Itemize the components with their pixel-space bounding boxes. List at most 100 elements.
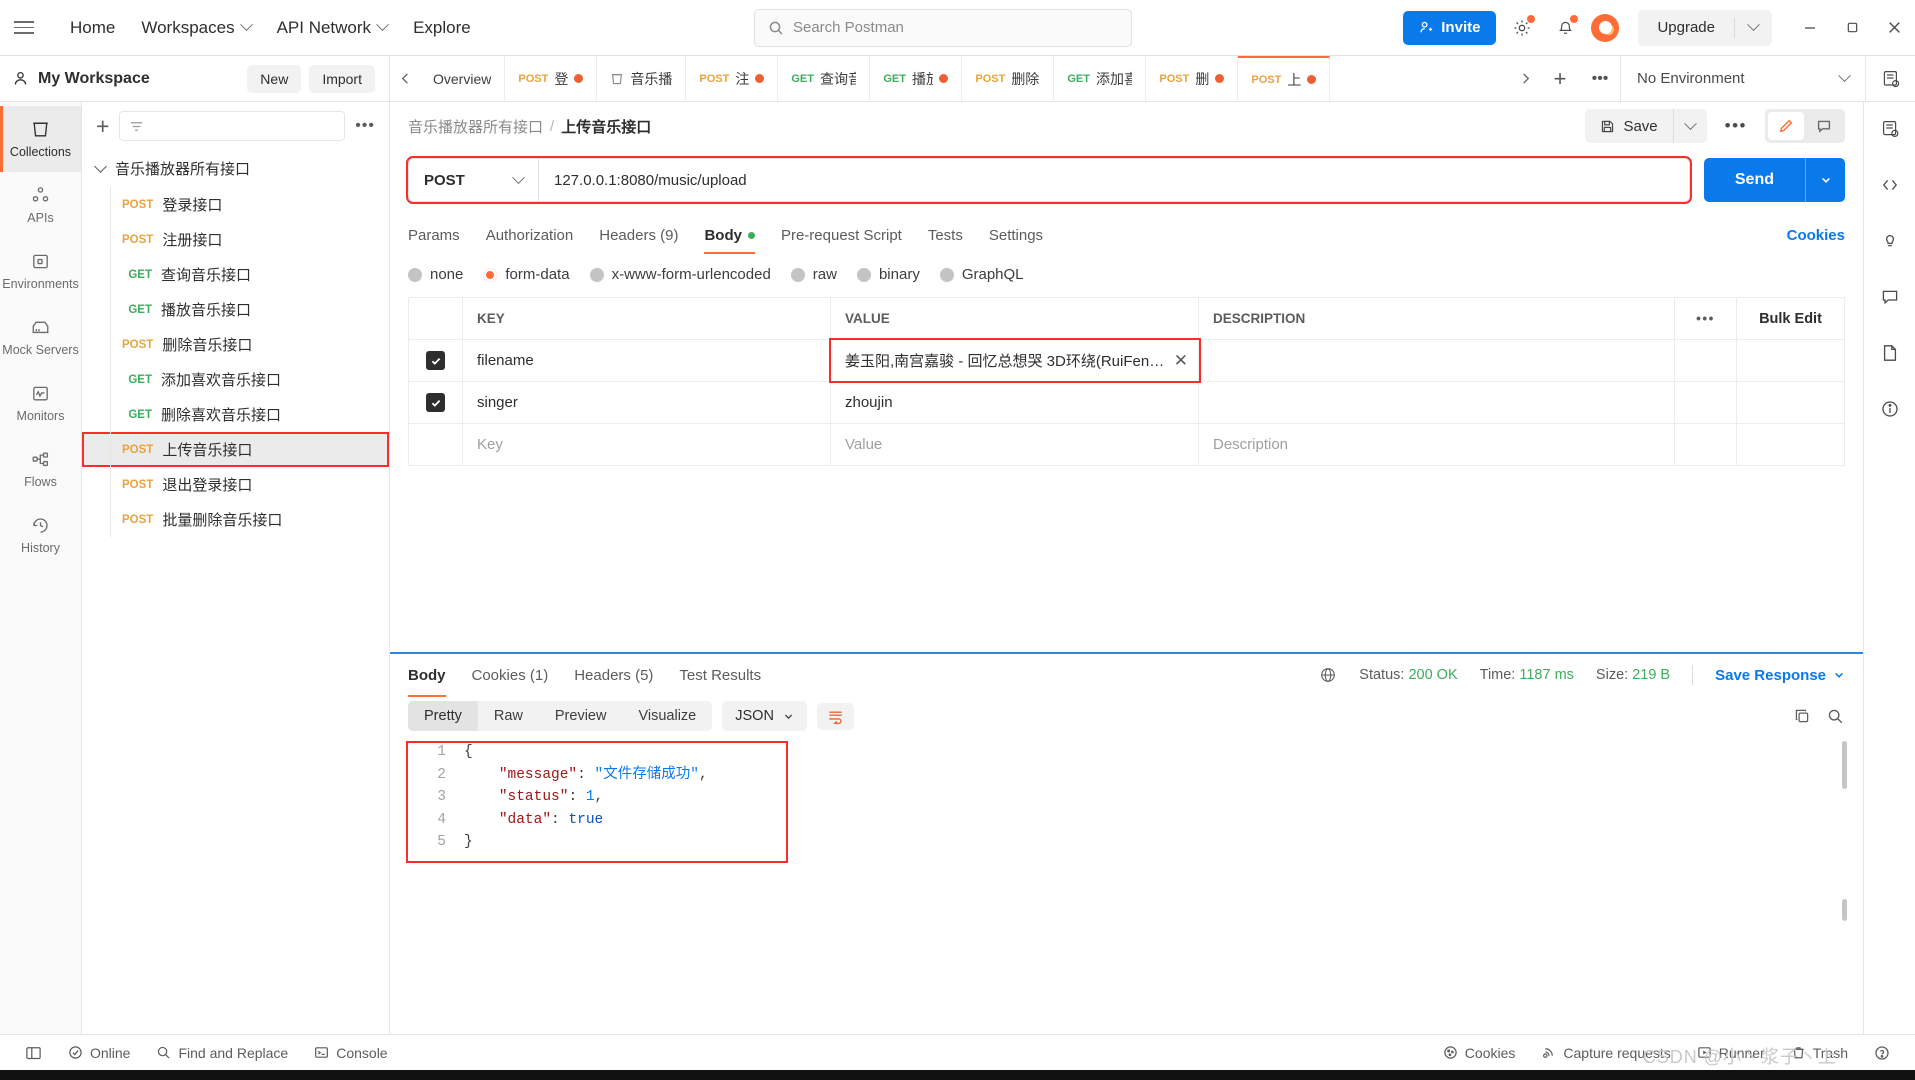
new-row-key-input[interactable]: Key xyxy=(463,424,831,465)
tab-overview[interactable]: Overview xyxy=(420,56,506,101)
tab-request-1[interactable]: POST登录 xyxy=(505,56,598,101)
search-input[interactable]: Search Postman xyxy=(753,8,1132,47)
list-item[interactable]: POST 注册接口 xyxy=(82,222,389,257)
sidebar-item-apis[interactable]: APIs xyxy=(0,172,81,238)
request-more-button[interactable]: ••• xyxy=(1719,116,1753,136)
trash-button[interactable]: Trash xyxy=(1778,1045,1861,1061)
tab-request-7[interactable]: POST删除 xyxy=(1146,56,1239,101)
cookies-link[interactable]: Cookies xyxy=(1787,227,1845,244)
response-scrollbar[interactable] xyxy=(1842,741,1847,789)
maximize-button[interactable] xyxy=(1831,0,1873,56)
response-scrollbar-thumb[interactable] xyxy=(1842,899,1847,921)
list-item[interactable]: POST 删除音乐接口 xyxy=(82,327,389,362)
list-item-selected-upload[interactable]: POST 上传音乐接口 xyxy=(82,432,389,467)
find-and-replace-button[interactable]: Find and Replace xyxy=(143,1045,301,1061)
nav-explore[interactable]: Explore xyxy=(401,11,483,45)
capture-requests-button[interactable]: Capture requests xyxy=(1528,1045,1683,1061)
row-description[interactable] xyxy=(1199,340,1674,381)
body-type-binary[interactable]: binary xyxy=(856,266,920,283)
notifications-button[interactable] xyxy=(1548,11,1582,45)
row-key[interactable]: filename xyxy=(463,340,831,381)
response-format-selector[interactable]: JSON xyxy=(722,701,807,731)
send-button[interactable]: Send xyxy=(1704,158,1805,202)
edit-mode-button[interactable] xyxy=(1768,112,1804,140)
close-button[interactable] xyxy=(1873,0,1915,56)
save-dropdown[interactable] xyxy=(1672,109,1707,143)
tab-request-upload[interactable]: POST上传 xyxy=(1238,56,1331,101)
tab-request-3[interactable]: GET查询音乐 xyxy=(778,56,871,101)
save-button[interactable]: Save xyxy=(1585,109,1672,143)
help-button[interactable] xyxy=(1861,1045,1903,1061)
body-type-graphql[interactable]: GraphQL xyxy=(939,266,1024,283)
clear-value-icon[interactable]: ✕ xyxy=(1174,351,1188,371)
nav-workspaces[interactable]: Workspaces xyxy=(129,11,262,45)
add-collection-button[interactable]: + xyxy=(96,114,109,138)
sidebar-item-collections[interactable]: Collections xyxy=(0,106,81,172)
comment-mode-button[interactable] xyxy=(1806,112,1842,140)
view-visualize-button[interactable]: Visualize xyxy=(622,701,712,731)
tab-request-6[interactable]: GET添加喜欢 xyxy=(1054,56,1147,101)
sidebar-item-environments[interactable]: Environments xyxy=(0,238,81,304)
settings-button[interactable] xyxy=(1505,11,1539,45)
console-button[interactable]: Console xyxy=(301,1045,400,1061)
bulk-edit-button[interactable]: Bulk Edit xyxy=(1736,298,1844,339)
tabs-scroll-right[interactable] xyxy=(1510,56,1540,101)
lightbulb-icon[interactable] xyxy=(1873,224,1907,258)
cookies-button[interactable]: Cookies xyxy=(1430,1045,1529,1061)
response-tab-cookies[interactable]: Cookies (1) xyxy=(472,653,549,697)
new-row-value-input[interactable]: Value xyxy=(831,424,1199,465)
row-checkbox[interactable] xyxy=(426,393,445,412)
tab-authorization[interactable]: Authorization xyxy=(486,216,574,254)
row-value[interactable]: zhoujin xyxy=(831,382,1199,423)
sidebar-more-button[interactable]: ••• xyxy=(355,117,375,135)
tabs-more-button[interactable]: ••• xyxy=(1580,70,1620,88)
list-item[interactable]: POST 登录接口 xyxy=(82,187,389,222)
documentation-icon[interactable] xyxy=(1873,336,1907,370)
new-tab-button[interactable]: + xyxy=(1540,66,1580,92)
workspace-name[interactable]: My Workspace xyxy=(12,70,150,88)
body-type-form-data[interactable]: form-data xyxy=(483,266,570,283)
body-type-urlencoded[interactable]: x-www-form-urlencoded xyxy=(589,266,771,283)
collection-info-icon[interactable] xyxy=(1873,112,1907,146)
list-item[interactable]: GET 删除喜欢音乐接口 xyxy=(82,397,389,432)
response-tab-headers[interactable]: Headers (5) xyxy=(574,653,653,697)
body-type-raw[interactable]: raw xyxy=(790,266,837,283)
row-key[interactable]: singer xyxy=(463,382,831,423)
tab-settings[interactable]: Settings xyxy=(989,216,1043,254)
tab-body[interactable]: Body xyxy=(704,216,755,254)
list-item[interactable]: GET 播放音乐接口 xyxy=(82,292,389,327)
body-type-none[interactable]: none xyxy=(408,266,463,283)
invite-button[interactable]: Invite xyxy=(1403,10,1497,45)
response-body-code[interactable]: 1{ 2 "message": "文件存储成功", 3 "status": 1,… xyxy=(390,731,1863,1034)
save-response-button[interactable]: Save Response xyxy=(1715,667,1845,684)
copy-button[interactable] xyxy=(1793,707,1812,726)
view-raw-button[interactable]: Raw xyxy=(478,701,539,731)
list-item[interactable]: POST 退出登录接口 xyxy=(82,467,389,502)
upgrade-dropdown[interactable] xyxy=(1735,10,1772,46)
tab-params[interactable]: Params xyxy=(408,216,460,254)
sidebar-item-monitors[interactable]: Monitors xyxy=(0,370,81,436)
environment-quick-look[interactable] xyxy=(1865,56,1915,101)
tab-collection[interactable]: 音乐播 xyxy=(597,56,687,101)
upgrade-button[interactable]: Upgrade xyxy=(1638,10,1734,46)
list-item[interactable]: POST 批量删除音乐接口 xyxy=(82,502,389,537)
nav-api-network[interactable]: API Network xyxy=(265,11,399,45)
new-button[interactable]: New xyxy=(247,64,302,93)
view-pretty-button[interactable]: Pretty xyxy=(408,701,478,731)
sidebar-item-mock-servers[interactable]: Mock Servers xyxy=(0,304,81,370)
view-preview-button[interactable]: Preview xyxy=(539,701,623,731)
avatar[interactable] xyxy=(1591,13,1620,42)
url-input[interactable]: 127.0.0.1:8080/music/upload xyxy=(539,159,1689,201)
info-circle-icon[interactable] xyxy=(1873,392,1907,426)
nav-home[interactable]: Home xyxy=(58,11,127,45)
environment-selector[interactable]: No Environment xyxy=(1620,56,1865,101)
comments-icon[interactable] xyxy=(1873,280,1907,314)
tab-headers[interactable]: Headers (9) xyxy=(599,216,678,254)
table-options-button[interactable]: ••• xyxy=(1674,298,1736,339)
tab-request-4[interactable]: GET播放 xyxy=(870,56,963,101)
response-tab-body[interactable]: Body xyxy=(408,653,446,697)
wrap-lines-button[interactable] xyxy=(816,702,854,730)
collection-root[interactable]: 音乐播放器所有接口 xyxy=(82,150,389,187)
breadcrumb-collection[interactable]: 音乐播放器所有接口 xyxy=(408,116,543,137)
minimize-button[interactable] xyxy=(1789,0,1831,56)
